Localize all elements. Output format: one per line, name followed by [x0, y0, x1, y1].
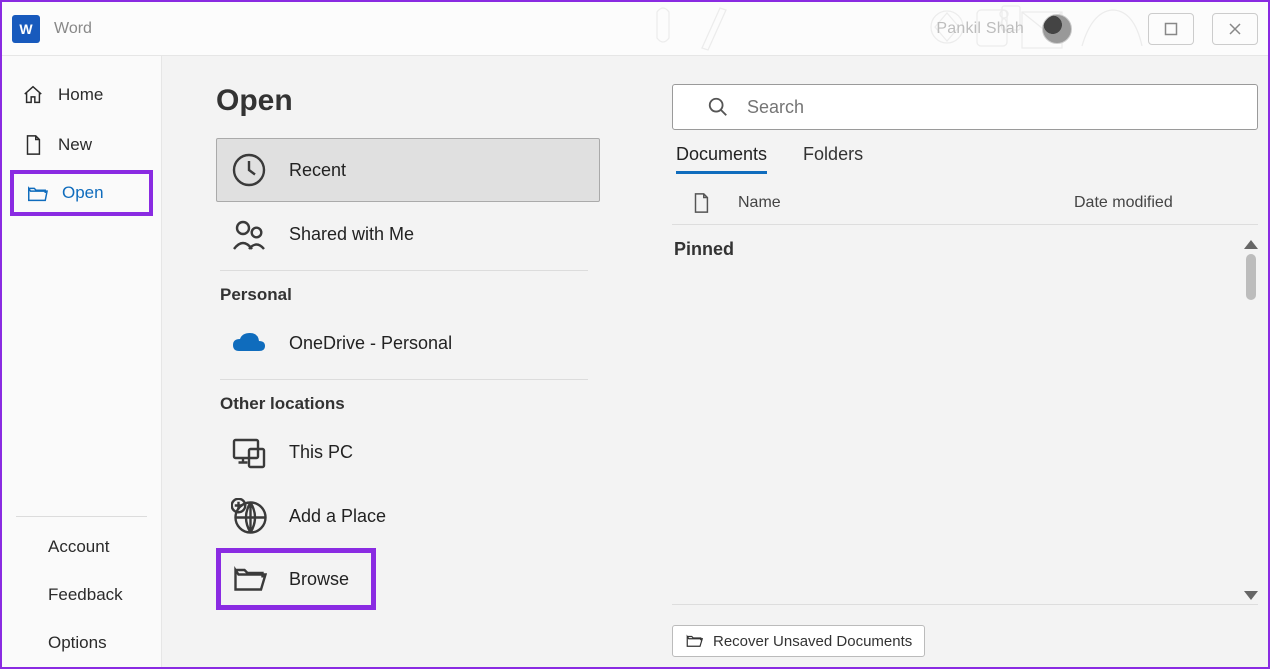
- sidebar-item-label: Account: [48, 537, 109, 557]
- app-window: W Word Pankil Shah Home New: [0, 0, 1270, 669]
- tab-documents[interactable]: Documents: [676, 144, 767, 174]
- sidebar-item-options[interactable]: Options: [2, 619, 161, 667]
- page-title: Open: [216, 84, 616, 118]
- sidebar-item-label: Open: [62, 183, 104, 203]
- sidebar-item-account[interactable]: Account: [2, 523, 161, 571]
- sidebar-item-feedback[interactable]: Feedback: [2, 571, 161, 619]
- folder-open-icon: [26, 182, 48, 204]
- tab-folders[interactable]: Folders: [803, 144, 863, 174]
- location-label: Browse: [289, 569, 349, 590]
- maximize-icon: [1164, 22, 1178, 36]
- sidebar-item-label: Home: [58, 85, 103, 105]
- close-icon: [1228, 22, 1242, 36]
- app-name-label: Word: [54, 20, 92, 38]
- location-add-a-place[interactable]: Add a Place: [216, 484, 616, 548]
- files-column: Documents Folders Name Date modified Pin…: [672, 84, 1248, 657]
- search-input[interactable]: [747, 97, 1239, 118]
- locations-heading-personal: Personal: [216, 275, 616, 311]
- file-tabs: Documents Folders: [672, 144, 1248, 174]
- sidebar-item-open[interactable]: Open: [10, 170, 153, 216]
- location-browse[interactable]: Browse: [216, 548, 376, 610]
- column-date-modified[interactable]: Date modified: [1074, 194, 1254, 212]
- recover-button-label: Recover Unsaved Documents: [713, 633, 912, 650]
- window-maximize-button[interactable]: [1148, 13, 1194, 45]
- location-label: OneDrive - Personal: [289, 333, 452, 354]
- locations-heading-other: Other locations: [216, 384, 616, 420]
- recover-unsaved-button[interactable]: Recover Unsaved Documents: [672, 625, 925, 657]
- column-name[interactable]: Name: [738, 194, 1074, 212]
- scrollbar[interactable]: [1242, 240, 1260, 600]
- location-onedrive-personal[interactable]: OneDrive - Personal: [216, 311, 616, 375]
- sidebar-item-label: Options: [48, 633, 107, 653]
- user-avatar[interactable]: [1042, 14, 1072, 44]
- backstage-sidebar: Home New Open Account Feedback Options: [2, 56, 162, 667]
- main-area: Open Recent Shared with Me Personal: [162, 56, 1268, 667]
- window-close-button[interactable]: [1212, 13, 1258, 45]
- search-box[interactable]: [672, 84, 1258, 130]
- add-place-icon: [231, 498, 267, 534]
- document-icon: [690, 192, 712, 214]
- scroll-thumb[interactable]: [1246, 254, 1256, 300]
- folder-open-icon: [685, 632, 703, 650]
- column-headers: Name Date modified: [672, 192, 1258, 225]
- location-label: Recent: [289, 160, 346, 181]
- sidebar-item-label: New: [58, 135, 92, 155]
- user-name-label: Pankil Shah: [936, 20, 1024, 38]
- titlebar: W Word Pankil Shah: [2, 2, 1268, 56]
- word-app-icon: W: [12, 15, 40, 43]
- recover-bar: Recover Unsaved Documents: [672, 604, 1258, 657]
- this-pc-icon: [231, 434, 267, 470]
- new-doc-icon: [22, 134, 44, 156]
- location-recent[interactable]: Recent: [216, 138, 600, 202]
- location-label: Shared with Me: [289, 224, 414, 245]
- home-icon: [22, 84, 44, 106]
- sidebar-item-new[interactable]: New: [2, 120, 161, 170]
- sidebar-item-home[interactable]: Home: [2, 70, 161, 120]
- scroll-down-icon: [1244, 591, 1258, 600]
- people-icon: [231, 216, 267, 252]
- location-this-pc[interactable]: This PC: [216, 420, 616, 484]
- location-label: This PC: [289, 442, 353, 463]
- clock-icon: [231, 152, 267, 188]
- scroll-up-icon: [1244, 240, 1258, 249]
- onedrive-icon: [231, 325, 267, 361]
- location-shared-with-me[interactable]: Shared with Me: [216, 202, 616, 266]
- section-pinned: Pinned: [672, 225, 1248, 260]
- search-icon: [707, 96, 729, 118]
- folder-open-icon: [231, 561, 267, 597]
- locations-column: Open Recent Shared with Me Personal: [216, 84, 616, 657]
- location-label: Add a Place: [289, 506, 386, 527]
- sidebar-item-label: Feedback: [48, 585, 123, 605]
